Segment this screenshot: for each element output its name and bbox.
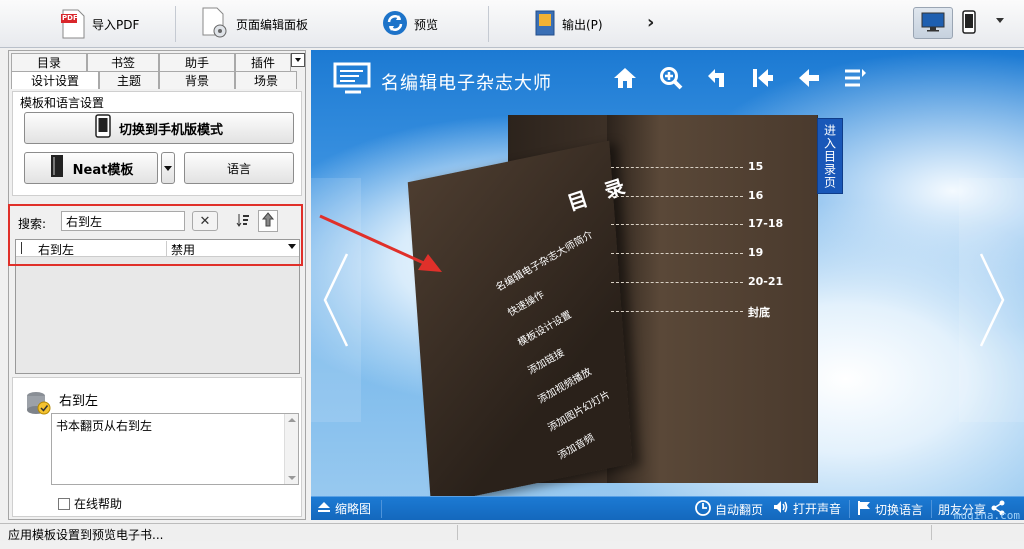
switch-mobile-button[interactable]: 切换到手机版模式 [24,112,294,144]
sound-button[interactable]: 打开声音 [773,500,841,517]
clock-icon [695,500,711,519]
help-description-text: 书本翻页从右到左 [56,419,153,433]
switch-mobile-label: 切换到手机版模式 [118,122,223,138]
monitor-icon [921,12,945,35]
book-preview: 名编辑电子杂志大师 目 录 15 16 17-18 19 20-21 封底 名编… [311,50,1024,520]
toc-page-number: 20-21 [748,275,784,288]
auto-flip-button[interactable]: 自动翻页 [695,500,763,519]
preview-nav [611,64,869,92]
auto-flip-label: 自动翻页 [715,503,764,517]
desktop-mode-button[interactable] [913,7,953,39]
menu-list-icon[interactable] [841,64,869,92]
brand-logo: 名编辑电子杂志大师 [333,62,552,101]
database-check-icon [25,390,51,421]
annotation-arrow [319,214,442,272]
output-label: 输出(P) [562,17,603,32]
brand-title: 名编辑电子杂志大师 [381,72,552,94]
main-toolbar: PDF 导入PDF 页面编辑面板 预览 输出(P) › [0,0,1024,48]
template-select-button[interactable]: Neat模板 [24,152,158,184]
thumbnail-label: 缩略图 [335,502,372,516]
mobile-mode-button[interactable] [954,7,984,39]
book-icon [49,154,65,182]
tab-assistant[interactable]: 助手 [159,53,235,71]
status-bar: 应用模板设置到预览电子书... [0,523,1024,542]
flag-icon [857,500,871,519]
online-help-option[interactable]: 在线帮助 [58,495,122,512]
home-icon[interactable] [611,64,639,92]
book-right-page[interactable] [607,115,817,483]
monitor-logo-icon [333,62,373,101]
tab-toc[interactable]: 目录 [11,53,87,71]
toc-page-number: 17-18 [748,217,784,230]
tab-design-settings[interactable]: 设计设置 [11,71,99,89]
tab-theme[interactable]: 主题 [99,71,159,89]
settings-panel: 目录 书签 助手 插件 设计设置 主题 背景 场景 模板和语言设置 切换到手机版… [8,50,306,520]
output-book-icon [534,9,556,40]
undo-icon[interactable] [703,64,731,92]
tabs-dropdown-icon[interactable] [291,53,305,67]
page-editor-label: 页面编辑面板 [236,17,309,32]
preview-label: 预览 [414,17,439,32]
highlight-box [8,204,303,266]
toc-page-number: 15 [748,160,764,173]
speaker-icon [773,500,789,517]
preview-button[interactable]: 预览 [382,6,438,42]
toc-page-number: 封底 [748,306,770,319]
import-pdf-button[interactable]: PDF 导入PDF [60,6,139,42]
tab-plugin[interactable]: 插件 [235,53,291,71]
page-gear-icon [200,7,230,42]
online-help-checkbox[interactable] [58,497,70,510]
next-page-arrow[interactable] [959,178,1024,422]
phone-icon [95,114,111,142]
tab-row-bottom: 设计设置 主题 背景 场景 [11,71,297,89]
device-dropdown-icon[interactable] [996,18,1004,23]
toc-bookmark-tab[interactable]: 进入目录页 [817,118,843,194]
template-name-label: Neat模板 [72,162,134,178]
pdf-file-icon: PDF [60,9,86,39]
chevron-down-icon [164,165,172,171]
help-description: 书本翻页从右到左 [51,413,299,485]
watermark: muqina.com [953,509,1020,520]
thumbnail-button[interactable]: 缩略图 [317,500,371,517]
chevron-right-icon[interactable]: › [647,12,654,33]
template-dropdown-button[interactable] [161,152,175,184]
switch-language-button[interactable]: 切换语言 [857,500,923,519]
first-page-icon[interactable] [749,64,777,92]
previous-page-icon[interactable] [795,64,823,92]
template-language-group: 模板和语言设置 切换到手机版模式 Neat模板 语言 [12,91,302,196]
template-group-title: 模板和语言设置 [20,96,105,110]
tab-scene[interactable]: 场景 [235,71,297,89]
page-editor-button[interactable]: 页面编辑面板 [200,6,308,42]
toc-page-number: 19 [748,246,764,259]
output-button[interactable]: 输出(P) [534,6,603,42]
phone-icon [962,9,976,37]
help-scrollbar[interactable] [284,414,298,484]
preview-bottom-bar: 缩略图 自动翻页 打开声音 切换语言 朋友分享 muqina.com [311,496,1024,520]
help-title: 右到左 [59,394,99,409]
sound-label: 打开声音 [793,502,842,516]
switch-language-label: 切换语言 [875,503,924,517]
property-help-area: 右到左 书本翻页从右到左 在线帮助 [12,377,302,517]
zoom-in-icon[interactable] [657,64,685,92]
import-pdf-label: 导入PDF [92,17,140,32]
status-text: 应用模板设置到预览电子书... [8,528,164,542]
language-button[interactable]: 语言 [184,152,294,184]
eject-icon [317,501,331,516]
toc-page-number: 16 [748,189,764,202]
online-help-label: 在线帮助 [74,497,123,511]
tab-bookmark[interactable]: 书签 [87,53,159,71]
tab-background[interactable]: 背景 [159,71,235,89]
refresh-icon [382,10,408,39]
tab-row-top: 目录 书签 助手 插件 [11,53,291,71]
